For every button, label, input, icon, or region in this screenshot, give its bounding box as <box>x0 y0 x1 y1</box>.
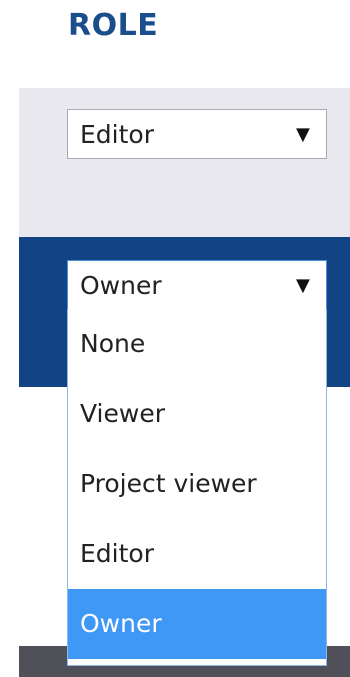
role-option-project-viewer[interactable]: Project viewer <box>68 449 326 519</box>
dropdown-arrow-icon: ▼ <box>296 123 310 145</box>
role-option-editor[interactable]: Editor <box>68 519 326 589</box>
role-dropdown-list: None Viewer Project viewer Editor Owner <box>67 309 327 666</box>
role-select-value: Editor <box>80 119 154 149</box>
role-column-header: ROLE <box>68 8 159 43</box>
role-select-value: Owner <box>80 270 162 300</box>
role-select-open[interactable]: Owner ▼ <box>67 260 327 310</box>
dropdown-arrow-icon: ▼ <box>296 274 310 296</box>
role-option-owner[interactable]: Owner <box>68 589 326 659</box>
role-panel: ROLE Editor ▼ Owner ▼ None Viewer Projec… <box>0 0 350 677</box>
role-option-none[interactable]: None <box>68 309 326 379</box>
role-option-viewer[interactable]: Viewer <box>68 379 326 449</box>
role-select[interactable]: Editor ▼ <box>67 109 327 159</box>
